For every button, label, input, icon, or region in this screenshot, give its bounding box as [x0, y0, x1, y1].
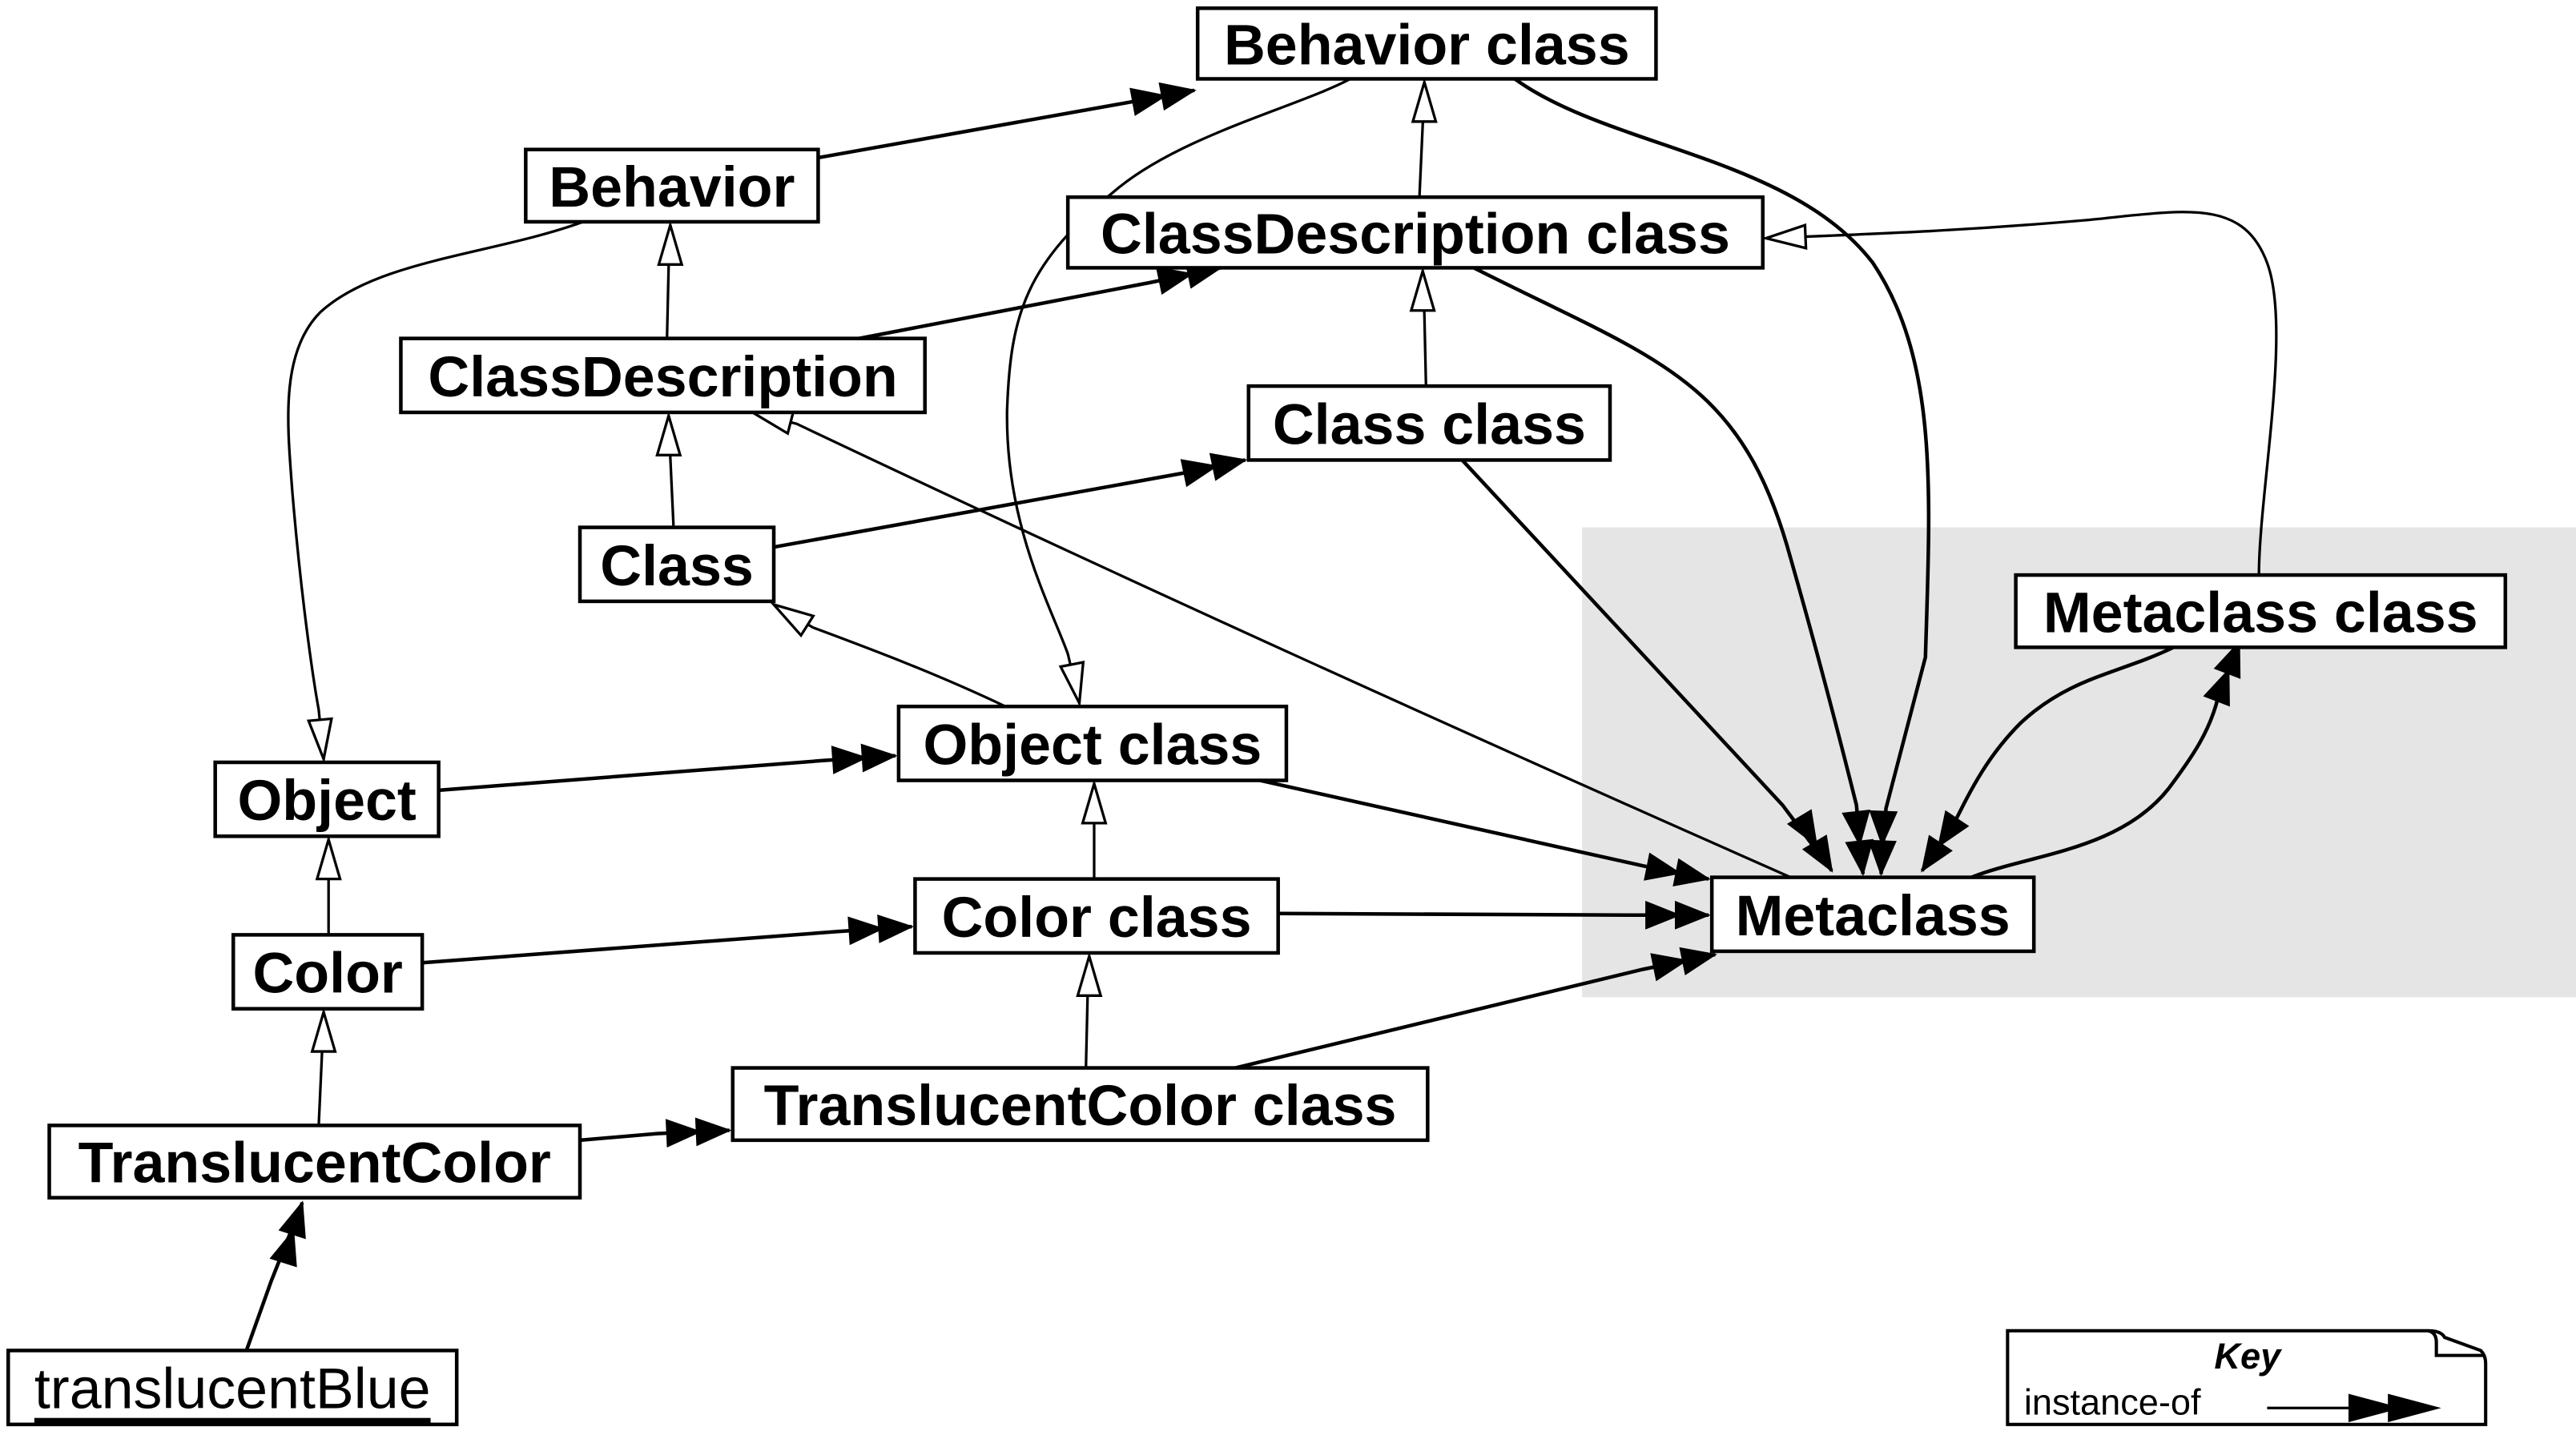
node-translucentcolor[interactable]: TranslucentColor: [47, 1123, 582, 1200]
node-label: Class: [600, 534, 754, 598]
node-metaclass-class[interactable]: Metaclass class: [2014, 573, 2508, 649]
node-label: Class class: [1273, 392, 1586, 456]
node-translucentcolor-class[interactable]: TranslucentColor class: [731, 1066, 1430, 1143]
node-label: TranslucentColor class: [764, 1074, 1397, 1138]
key-instance-of-label: instance-of: [2024, 1381, 2201, 1422]
instance-of-arrowhead: [1129, 87, 1168, 116]
node-label: Behavior class: [1224, 13, 1630, 77]
instance-of-arrowhead: [665, 1119, 702, 1148]
subclass-edge-metaclass_class-to-classdescription_class: [1765, 211, 2278, 576]
instance-of-edge-color-to-color_class: [421, 924, 912, 965]
node-behavior-class[interactable]: Behavior class: [1195, 6, 1658, 81]
instance-of-arrowhead: [269, 1228, 297, 1268]
node-class-class[interactable]: Class class: [1246, 384, 1612, 462]
subclass-arrowhead: [770, 601, 815, 638]
subclass-arrowhead: [1411, 77, 1438, 123]
subclass-arrowhead: [1081, 778, 1108, 825]
instance-of-edge-object-to-object_class: [438, 754, 896, 793]
node-metaclass[interactable]: Metaclass: [1709, 875, 2036, 954]
subclass-arrowhead: [655, 411, 682, 456]
node-label: Object class: [923, 713, 1262, 777]
node-classdescription-class[interactable]: ClassDescription class: [1065, 195, 1765, 270]
node-label: translucentBlue: [34, 1357, 431, 1421]
node-classdescription[interactable]: ClassDescription: [399, 336, 927, 415]
node-behavior[interactable]: Behavior: [524, 147, 820, 224]
subclass-arrowhead: [1076, 951, 1103, 997]
instance-of-arrowhead: [831, 746, 868, 774]
node-label: ClassDescription class: [1101, 202, 1730, 266]
subclass-edge-behavior-to-object: [287, 220, 584, 760]
node-label: Object: [237, 769, 416, 833]
subclass-arrowhead: [747, 409, 795, 436]
node-label: TranslucentColor: [78, 1132, 551, 1196]
instance-of-arrowhead: [1180, 459, 1219, 488]
subclass-arrowhead: [315, 834, 342, 881]
node-label: Color: [252, 942, 402, 1006]
node-label: Metaclass class: [2043, 581, 2478, 645]
subclass-arrowhead: [1058, 661, 1085, 708]
subclass-arrowhead: [1409, 266, 1436, 312]
instance-of-edge-color_class-to-metaclass: [1278, 911, 1709, 918]
metaclass-diagram: Behavior class Behavior ClassDescription c…: [6, 6, 2576, 1427]
node-object-class[interactable]: Object class: [896, 704, 1289, 782]
subclass-arrowhead: [1761, 223, 1808, 250]
node-color[interactable]: Color: [231, 933, 425, 1011]
node-label: Metaclass: [1736, 884, 2010, 948]
node-translucentblue[interactable]: translucentBlue: [6, 1349, 459, 1427]
node-object[interactable]: Object: [213, 760, 441, 838]
subclass-arrowhead: [306, 717, 333, 764]
subclass-arrowhead: [310, 1007, 337, 1053]
node-color-class[interactable]: Color class: [913, 877, 1280, 955]
instance-of-arrowhead: [1155, 267, 1194, 295]
node-label: Color class: [942, 886, 1252, 950]
node-label: Behavior: [549, 155, 795, 219]
key-title: Key: [2214, 1336, 2282, 1377]
subclass-arrowhead: [657, 220, 684, 266]
key-legend: Key instance-of: [2006, 1328, 2488, 1426]
node-label: ClassDescription: [428, 345, 897, 409]
node-class[interactable]: Class: [578, 525, 776, 604]
instance-of-arrowhead: [847, 916, 885, 946]
